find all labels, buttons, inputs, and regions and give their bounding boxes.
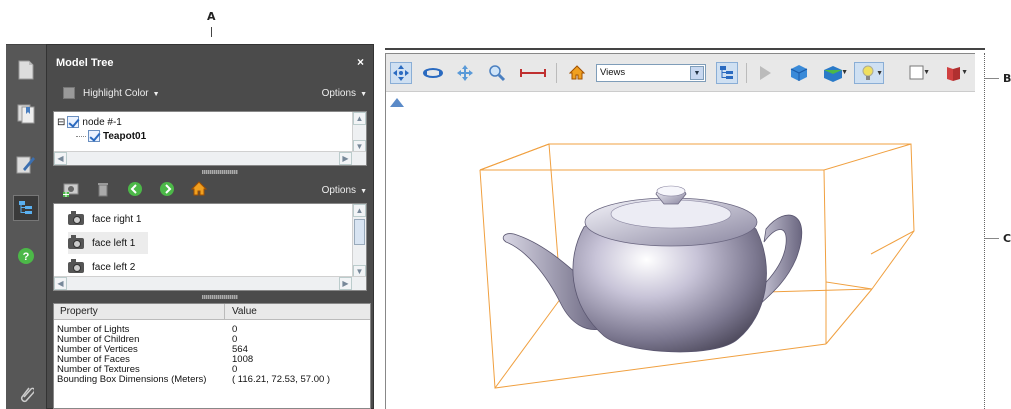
signatures-icon[interactable]	[13, 151, 39, 177]
highlight-row: Highlight Color ▼ Options ▼	[53, 83, 367, 103]
callout-c: C	[1003, 232, 1011, 245]
tree-node-teapot[interactable]: Teapot01	[76, 130, 146, 142]
attachments-icon[interactable]	[13, 381, 39, 407]
3d-viewer[interactable]: Views ▼ ▼ ▼ ▼ ▼	[385, 53, 975, 409]
checkbox-icon[interactable]	[67, 116, 80, 128]
callout-a-line	[211, 27, 212, 37]
properties-table: Property Value Number of Lights 0 Number …	[53, 303, 371, 409]
scroll-right-icon[interactable]: ▶	[339, 152, 352, 165]
screenshot-root: A B C ? Model Tree × Highlight Color ▼ O…	[0, 0, 1011, 409]
home-view-icon[interactable]	[189, 179, 209, 199]
views-vertical-scrollbar[interactable]: ▲ ▼	[352, 204, 366, 278]
bounding-box-edge	[479, 143, 550, 171]
close-icon[interactable]: ×	[357, 55, 364, 69]
scroll-right-icon[interactable]: ▶	[339, 277, 352, 290]
views-list: face right 1 face left 1 face left 2 ▲ ▼…	[53, 203, 367, 291]
column-header-property: Property	[60, 306, 98, 317]
help-icon[interactable]: ?	[13, 243, 39, 269]
previous-view-icon[interactable]	[125, 179, 145, 199]
callout-guide	[984, 53, 985, 409]
model-tree-panel: Model Tree × Highlight Color ▼ Options ▼ ⊟…	[46, 44, 374, 409]
pages-icon[interactable]	[13, 57, 39, 83]
delete-view-icon[interactable]	[93, 179, 113, 199]
scroll-up-icon[interactable]: ▲	[353, 112, 366, 125]
list-item[interactable]: face left 2	[68, 256, 135, 278]
callout-b-line	[985, 78, 999, 79]
collapse-icon[interactable]: ⊟	[57, 117, 65, 128]
chevron-down-icon: ▼	[152, 91, 160, 98]
next-view-icon[interactable]	[157, 179, 177, 199]
view-label: face right 1	[92, 213, 142, 225]
highlight-color-menu[interactable]: Highlight Color ▼	[83, 88, 160, 99]
scroll-thumb[interactable]	[354, 219, 365, 245]
chevron-down-icon: ▼	[360, 91, 367, 98]
chevron-down-icon: ▼	[360, 188, 367, 195]
scroll-left-icon[interactable]: ◀	[54, 152, 67, 165]
list-item[interactable]: face right 1	[68, 208, 141, 230]
tree-node-label: Teapot01	[103, 130, 147, 142]
pane-splitter[interactable]	[202, 170, 238, 174]
options-menu-top[interactable]: Options ▼	[322, 88, 367, 99]
column-header-value: Value	[232, 306, 257, 317]
bookmarks-icon[interactable]	[13, 101, 39, 127]
checkbox-icon[interactable]	[88, 130, 100, 142]
navigation-rail: ?	[6, 44, 46, 409]
svg-text:?: ?	[23, 251, 30, 263]
callout-c-line	[985, 238, 999, 239]
list-item[interactable]: face left 1	[68, 232, 148, 254]
tree-connector	[76, 135, 86, 137]
teapot-scene	[479, 143, 915, 389]
teapot-knob-top	[656, 185, 686, 197]
highlight-color-label: Highlight Color	[83, 88, 149, 99]
model-tree-nav-icon[interactable]	[13, 195, 39, 221]
tree-node-root[interactable]: ⊟ node #-1	[57, 116, 122, 128]
viewer-top-border	[385, 48, 985, 50]
tree-horizontal-scrollbar[interactable]: ◀ ▶	[54, 151, 366, 165]
scroll-up-icon[interactable]: ▲	[353, 204, 366, 217]
options-menu-views[interactable]: Options ▼	[322, 185, 367, 196]
callout-a: A	[207, 10, 216, 23]
views-horizontal-scrollbar[interactable]: ◀ ▶	[54, 276, 366, 290]
camera-icon	[68, 234, 84, 249]
camera-icon	[68, 210, 84, 225]
view-label: face left 1	[92, 237, 136, 249]
property-name: Bounding Box Dimensions (Meters)	[57, 374, 207, 385]
tree-node-label: node #-1	[82, 116, 122, 128]
options-label: Options	[321, 185, 357, 196]
tree-vertical-scrollbar[interactable]: ▲ ▼	[352, 112, 366, 153]
column-divider	[224, 304, 225, 320]
scroll-left-icon[interactable]: ◀	[54, 277, 67, 290]
panel-title: Model Tree	[56, 57, 114, 69]
highlight-color-swatch[interactable]	[63, 87, 75, 99]
pane-splitter[interactable]	[202, 295, 238, 299]
callout-b: B	[1003, 72, 1011, 85]
view-label: face left 2	[92, 261, 136, 273]
create-view-icon[interactable]	[61, 179, 81, 199]
table-row: Bounding Box Dimensions (Meters) ( 116.21…	[54, 375, 370, 385]
structure-tree: ⊟ node #-1 Teapot01 ▲ ▼ ◀ ▶	[53, 111, 367, 166]
options-label: Options	[321, 88, 357, 99]
properties-header: Property Value	[54, 304, 370, 320]
views-toolbar: Options ▼	[53, 177, 367, 203]
property-value: ( 116.21, 72.53, 57.00 )	[232, 374, 331, 385]
camera-icon	[68, 258, 84, 273]
